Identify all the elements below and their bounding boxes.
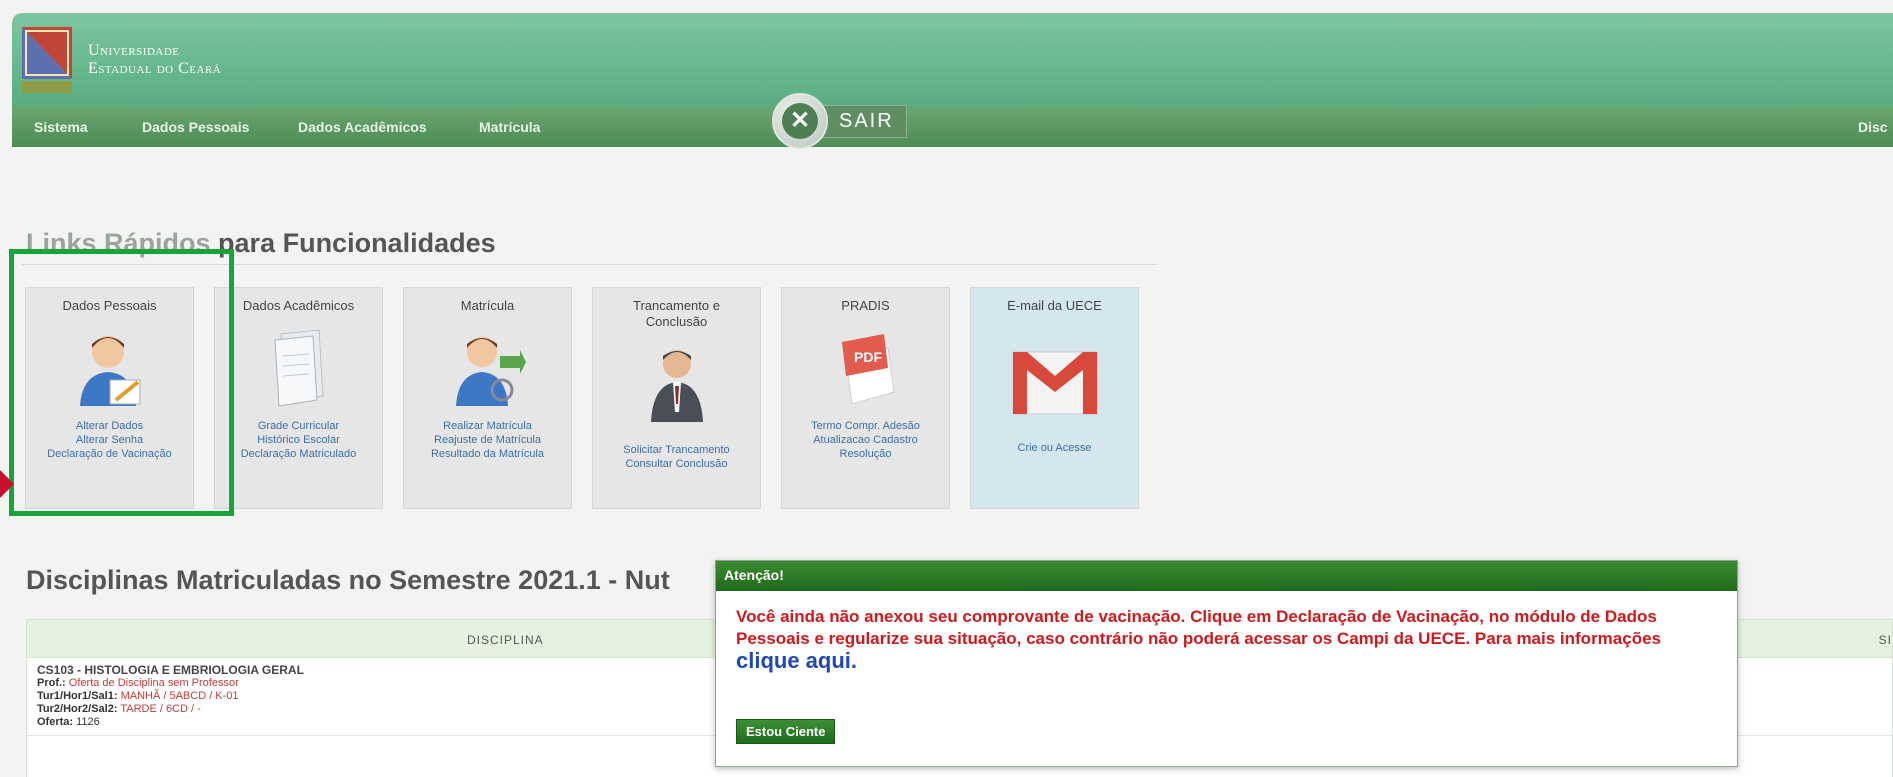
link-realizar-matricula[interactable]: Realizar Matrícula — [404, 419, 571, 433]
quick-card-trancamento: Trancamento e Conclusão Solicitar Tranca… — [592, 287, 761, 509]
university-name-line2: Estadual do Ceará — [88, 60, 222, 77]
arrow-right-icon — [0, 470, 14, 498]
card-title: PRADIS — [841, 298, 890, 313]
quick-card-pradis: PRADIS PDF Termo Compr. Adesão Atualizac… — [781, 287, 950, 509]
link-reajuste-matricula[interactable]: Reajuste de Matrícula — [404, 433, 571, 447]
quick-card-email: E-mail da UECE Crie ou Acesse — [970, 287, 1139, 509]
link-resolucao[interactable]: Resolução — [782, 447, 949, 461]
gmail-icon[interactable] — [1007, 330, 1103, 426]
link-crie-ou-acesse[interactable]: Crie ou Acesse — [971, 441, 1138, 455]
card-title: Dados Acadêmicos — [242, 298, 355, 313]
businessman-icon[interactable] — [639, 342, 715, 424]
link-solicitar-trancamento[interactable]: Solicitar Trancamento — [593, 443, 760, 457]
link-consultar-conclusao[interactable]: Consultar Conclusão — [593, 457, 760, 471]
link-atualizacao-cadastro[interactable]: Atualizacao Cadastro — [782, 433, 949, 447]
column-header-disciplina: DISCIPLINA — [467, 633, 544, 647]
dialog-title: Atenção! — [716, 561, 1737, 591]
app-header — [12, 13, 1893, 107]
university-name-line1: Universidade — [88, 42, 180, 59]
dialog-message-text: Você ainda não anexou seu comprovante de… — [736, 607, 1661, 648]
close-circle-icon[interactable]: ✕ — [772, 93, 828, 149]
documents-icon[interactable] — [261, 326, 337, 408]
menu-item-sistema[interactable]: Sistema — [34, 119, 88, 135]
attention-dialog: Atenção! Você ainda não anexou seu compr… — [715, 560, 1738, 767]
quick-card-matricula: Matrícula Realizar Matrícula Reajuste de… — [403, 287, 572, 509]
card-title: Matrícula — [460, 298, 515, 313]
logout-label[interactable]: SAIR — [822, 104, 907, 138]
link-termo-adesao[interactable]: Termo Compr. Adesão — [782, 419, 949, 433]
quick-links-title-rest: para Funcionalidades — [218, 228, 496, 258]
card-title: Trancamento e Conclusão — [633, 298, 720, 329]
link-resultado-matricula[interactable]: Resultado da Matrícula — [404, 447, 571, 461]
menu-bar: Sistema Dados Pessoais Dados Acadêmicos … — [12, 107, 1893, 147]
dialog-message: Você ainda não anexou seu comprovante de… — [736, 606, 1696, 674]
user-arrow-icon[interactable] — [450, 326, 526, 408]
acknowledge-button[interactable]: Estou Ciente — [736, 719, 836, 744]
menu-item-matricula[interactable]: Matrícula — [479, 119, 540, 135]
menu-item-dados-academicos[interactable]: Dados Acadêmicos — [298, 119, 427, 135]
highlight-box — [9, 249, 234, 516]
card-title: E-mail da UECE — [1007, 298, 1102, 313]
menu-item-disciplinas[interactable]: Disc — [1858, 119, 1888, 135]
svg-text:PDF: PDF — [854, 349, 882, 365]
university-logo — [22, 27, 72, 93]
university-name: Universidade Estadual do Ceará — [88, 42, 221, 78]
link-historico-escolar[interactable]: Histórico Escolar — [215, 433, 382, 447]
link-declaracao-matriculado[interactable]: Declaração Matriculado — [215, 447, 382, 461]
pdf-icon[interactable]: PDF — [828, 326, 904, 408]
quick-card-dados-academicos: Dados Acadêmicos Grade Curricular Histór… — [214, 287, 383, 509]
menu-item-dados-pessoais[interactable]: Dados Pessoais — [142, 119, 249, 135]
column-header-si: SI — [1878, 633, 1892, 647]
more-info-link[interactable]: clique aqui. — [736, 648, 857, 673]
link-grade-curricular[interactable]: Grade Curricular — [215, 419, 382, 433]
logout-button[interactable]: ✕ SAIR — [772, 93, 907, 149]
disciplines-title: Disciplinas Matriculadas no Semestre 202… — [26, 565, 670, 595]
